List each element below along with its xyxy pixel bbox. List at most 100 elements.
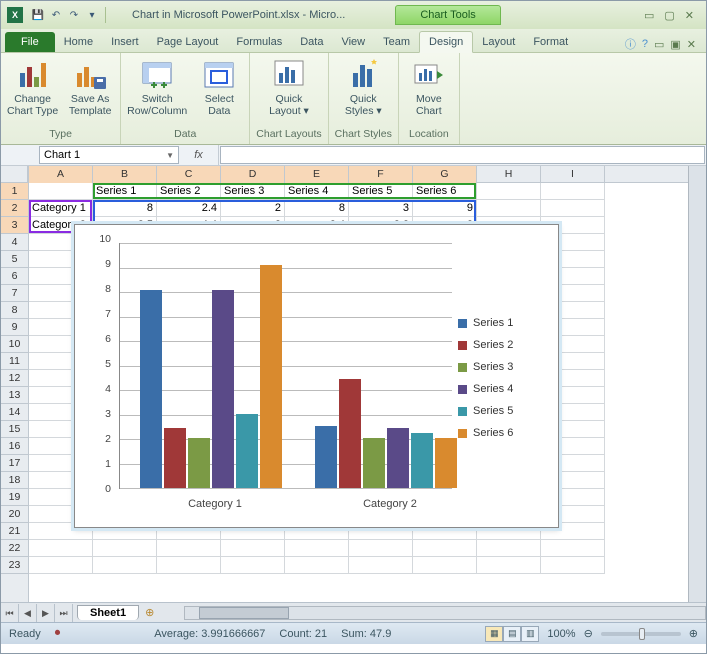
- zoom-out-icon[interactable]: ⊖: [584, 627, 593, 640]
- tab-home[interactable]: Home: [55, 32, 102, 52]
- chart-bar[interactable]: [212, 290, 234, 488]
- row-header[interactable]: 7: [1, 285, 28, 302]
- cell[interactable]: Series 3: [221, 183, 285, 200]
- legend-item[interactable]: Series 3: [458, 361, 548, 373]
- row-header[interactable]: 12: [1, 370, 28, 387]
- tab-nav-prev-icon[interactable]: ◀: [19, 604, 37, 622]
- chart-plot-area[interactable]: 012345678910 Category 1Category 2: [91, 239, 458, 517]
- window-close-icon[interactable]: ✕: [687, 38, 696, 51]
- window-minimize-icon[interactable]: ▭: [654, 38, 664, 51]
- cell[interactable]: [541, 200, 605, 217]
- tab-format[interactable]: Format: [524, 32, 577, 52]
- cell[interactable]: [477, 540, 541, 557]
- cell[interactable]: [541, 183, 605, 200]
- chart-bar[interactable]: [387, 428, 409, 488]
- switch-row-column-button[interactable]: Switch Row/Column: [127, 59, 187, 117]
- row-header[interactable]: 21: [1, 523, 28, 540]
- row-header[interactable]: 2: [1, 200, 28, 217]
- horizontal-scrollbar[interactable]: [184, 606, 706, 620]
- view-page-layout-icon[interactable]: ▤: [503, 626, 521, 642]
- row-header[interactable]: 23: [1, 557, 28, 574]
- legend-item[interactable]: Series 2: [458, 339, 548, 351]
- cell[interactable]: [157, 557, 221, 574]
- cell[interactable]: 2: [221, 200, 285, 217]
- qat-dropdown-icon[interactable]: ▾: [85, 8, 99, 22]
- vertical-scrollbar[interactable]: [688, 166, 706, 602]
- chart-legend[interactable]: Series 1Series 2Series 3Series 4Series 5…: [458, 239, 548, 517]
- help-icon[interactable]: ?: [642, 38, 648, 50]
- cell[interactable]: [349, 557, 413, 574]
- cell[interactable]: [29, 183, 93, 200]
- column-header[interactable]: G: [413, 166, 477, 183]
- view-page-break-icon[interactable]: ▥: [521, 626, 539, 642]
- cell[interactable]: [477, 200, 541, 217]
- minimize-button[interactable]: ▭: [644, 9, 654, 22]
- row-header[interactable]: 13: [1, 387, 28, 404]
- chart-bar[interactable]: [435, 438, 457, 488]
- tab-team[interactable]: Team: [374, 32, 419, 52]
- name-box-dropdown-icon[interactable]: ▼: [166, 151, 174, 160]
- quick-layout-button[interactable]: Quick Layout ▾: [265, 59, 313, 117]
- tab-insert[interactable]: Insert: [102, 32, 148, 52]
- zoom-percent[interactable]: 100%: [547, 628, 575, 640]
- view-normal-icon[interactable]: ▦: [485, 626, 503, 642]
- tab-nav-last-icon[interactable]: ⏭: [55, 604, 73, 622]
- move-chart-button[interactable]: Move Chart: [405, 59, 453, 117]
- redo-icon[interactable]: ↷: [67, 8, 81, 22]
- change-chart-type-button[interactable]: Change Chart Type: [7, 59, 58, 117]
- row-header[interactable]: 10: [1, 336, 28, 353]
- row-header[interactable]: 8: [1, 302, 28, 319]
- chart-bar[interactable]: [363, 438, 385, 488]
- embedded-chart[interactable]: 012345678910 Category 1Category 2 Series…: [74, 224, 559, 528]
- row-header[interactable]: 6: [1, 268, 28, 285]
- cell[interactable]: [93, 557, 157, 574]
- cell[interactable]: [221, 540, 285, 557]
- chart-bar[interactable]: [411, 433, 433, 488]
- row-headers[interactable]: 1234567891011121314151617181920212223: [1, 166, 29, 602]
- cell[interactable]: 8: [285, 200, 349, 217]
- tab-layout[interactable]: Layout: [473, 32, 524, 52]
- cell[interactable]: [477, 183, 541, 200]
- sheet-tab-active[interactable]: Sheet1: [77, 605, 139, 620]
- chart-bar[interactable]: [260, 265, 282, 488]
- legend-item[interactable]: Series 5: [458, 405, 548, 417]
- tab-design[interactable]: Design: [419, 31, 473, 53]
- cell[interactable]: Series 6: [413, 183, 477, 200]
- row-header[interactable]: 9: [1, 319, 28, 336]
- row-header[interactable]: 5: [1, 251, 28, 268]
- tab-nav-next-icon[interactable]: ▶: [37, 604, 55, 622]
- legend-item[interactable]: Series 1: [458, 317, 548, 329]
- cell[interactable]: [29, 557, 93, 574]
- cell[interactable]: 8: [93, 200, 157, 217]
- column-header[interactable]: F: [349, 166, 413, 183]
- cell[interactable]: [413, 540, 477, 557]
- row-header[interactable]: 1: [1, 183, 28, 200]
- row-header[interactable]: 3: [1, 217, 28, 234]
- new-sheet-icon[interactable]: ⊕: [145, 606, 154, 619]
- cell[interactable]: 3: [349, 200, 413, 217]
- quick-styles-button[interactable]: Quick Styles ▾: [339, 59, 387, 117]
- column-header[interactable]: I: [541, 166, 605, 183]
- row-header[interactable]: 22: [1, 540, 28, 557]
- chart-bar[interactable]: [188, 438, 210, 488]
- cell[interactable]: Category 1: [29, 200, 93, 217]
- row-header[interactable]: 11: [1, 353, 28, 370]
- cell[interactable]: Series 2: [157, 183, 221, 200]
- row-header[interactable]: 19: [1, 489, 28, 506]
- cell[interactable]: [349, 540, 413, 557]
- row-header[interactable]: 20: [1, 506, 28, 523]
- column-header[interactable]: A: [29, 166, 93, 183]
- save-as-template-button[interactable]: Save As Template: [66, 59, 114, 117]
- cell[interactable]: [541, 540, 605, 557]
- row-header[interactable]: 18: [1, 472, 28, 489]
- row-header[interactable]: 4: [1, 234, 28, 251]
- cell[interactable]: Series 5: [349, 183, 413, 200]
- name-box[interactable]: Chart 1 ▼: [39, 146, 179, 164]
- chart-bar[interactable]: [164, 428, 186, 488]
- cell[interactable]: Series 4: [285, 183, 349, 200]
- zoom-slider[interactable]: [601, 632, 681, 636]
- undo-icon[interactable]: ↶: [49, 8, 63, 22]
- chart-category-group[interactable]: Category 1: [140, 265, 290, 488]
- column-header[interactable]: B: [93, 166, 157, 183]
- chart-bar[interactable]: [315, 426, 337, 488]
